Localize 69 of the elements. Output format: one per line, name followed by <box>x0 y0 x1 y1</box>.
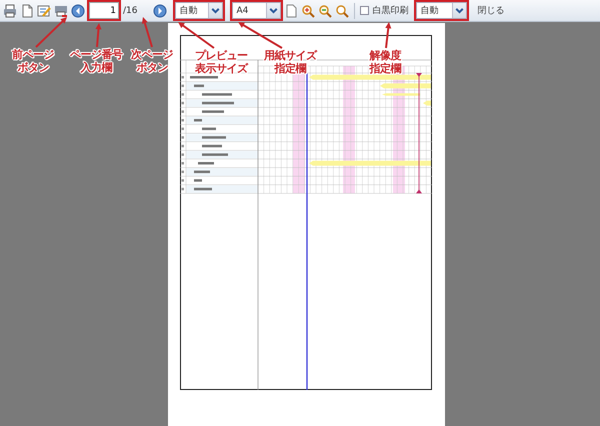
resolution-select[interactable]: 自動 <box>416 2 468 19</box>
blank-page-icon[interactable] <box>284 4 298 18</box>
arrow <box>238 22 282 49</box>
task-name-placeholder <box>194 119 202 122</box>
task-name-placeholder <box>202 128 216 130</box>
previous-page-icon[interactable] <box>71 4 85 18</box>
callout-label: 指定欄 <box>369 62 401 75</box>
row-number-placeholder <box>182 93 184 96</box>
row-number-placeholder <box>182 128 184 130</box>
edit-document-icon[interactable] <box>37 4 51 18</box>
row-number-placeholder <box>182 179 184 182</box>
task-bar <box>382 93 420 96</box>
callout-label: ページ番号 <box>70 48 122 61</box>
task-bar <box>423 100 431 106</box>
task-name-placeholder <box>198 162 214 164</box>
callout-label: 指定欄 <box>274 62 306 75</box>
task-name-placeholder <box>190 76 218 78</box>
arrow <box>35 17 67 48</box>
callout-label: 前ページ <box>12 48 54 61</box>
task-name-placeholder <box>202 93 232 96</box>
task-name-placeholder <box>202 102 234 104</box>
task-name-placeholder <box>194 188 212 190</box>
preview-size-select[interactable]: 自動 <box>175 2 224 19</box>
mono-print-label: 白黒印刷 <box>372 4 408 17</box>
search-icon[interactable] <box>335 4 350 18</box>
callout-label: 入力欄 <box>80 61 112 74</box>
row-number-placeholder <box>182 119 184 122</box>
arrow <box>178 22 215 49</box>
caret-icon[interactable] <box>452 3 466 18</box>
row-number-placeholder <box>182 76 184 78</box>
arrow <box>142 17 153 48</box>
row-number-placeholder <box>182 102 184 104</box>
page-total: /16 <box>123 6 138 16</box>
paper-size-select[interactable]: A4 <box>232 2 282 19</box>
callout-label: 解像度 <box>369 49 401 62</box>
task-name-placeholder <box>202 136 226 139</box>
arrow <box>385 22 392 48</box>
row-number-placeholder <box>182 110 184 113</box>
caret-icon[interactable] <box>266 3 280 18</box>
callout-label: ボタン <box>17 61 49 74</box>
print-icon[interactable] <box>3 4 17 18</box>
row-number-placeholder <box>182 162 184 164</box>
callout-label: 用紙サイズ <box>264 49 316 62</box>
row-number-placeholder <box>182 84 184 88</box>
page-number-field[interactable]: 1 <box>89 2 119 19</box>
task-bar <box>380 83 431 88</box>
print-setup-icon[interactable] <box>54 4 68 18</box>
task-name-placeholder <box>202 110 224 113</box>
document-icon[interactable] <box>20 4 34 18</box>
arrow <box>95 23 102 48</box>
row-number-placeholder <box>182 136 184 139</box>
row-number-placeholder <box>182 188 184 190</box>
callout-label: 表示サイズ <box>194 62 248 75</box>
row-number-placeholder <box>182 153 184 156</box>
zoom-in-icon[interactable] <box>301 4 316 18</box>
row-number-placeholder <box>182 170 184 174</box>
caret-icon[interactable] <box>208 3 222 18</box>
task-name-placeholder <box>194 179 202 182</box>
mono-print-checkbox[interactable] <box>360 6 370 15</box>
zoom-out-icon[interactable] <box>318 4 332 18</box>
task-name-placeholder <box>194 84 204 88</box>
next-page-icon[interactable] <box>153 4 168 18</box>
callout-label: プレビュー <box>194 49 248 62</box>
row-number-placeholder <box>182 144 184 148</box>
callout-label: ボタン <box>136 61 168 74</box>
close-button[interactable]: 閉じる <box>474 4 508 17</box>
task-name-placeholder <box>194 170 210 174</box>
task-name-placeholder <box>202 153 228 156</box>
task-name-placeholder <box>202 144 222 148</box>
